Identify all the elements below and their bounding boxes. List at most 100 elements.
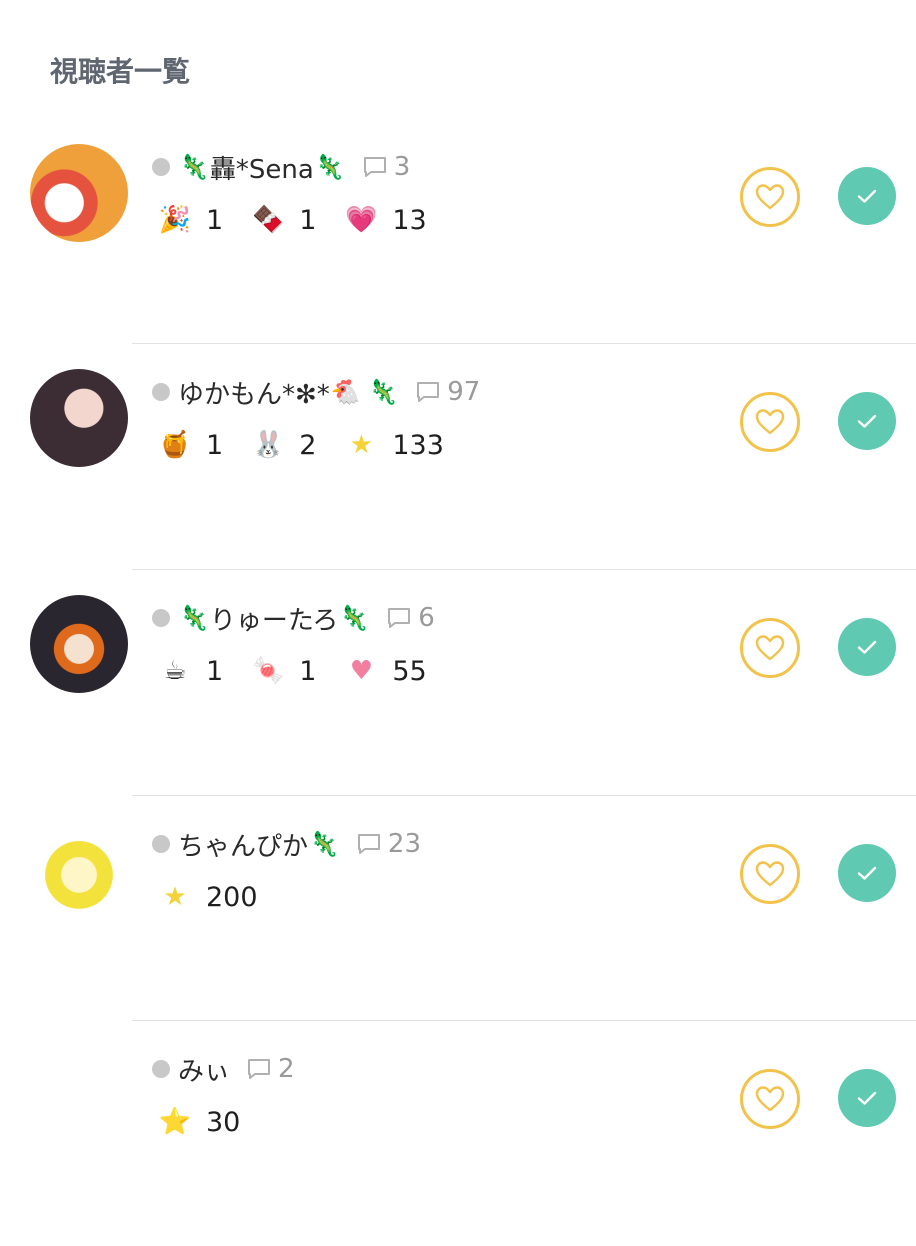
check-button[interactable] xyxy=(838,167,896,225)
checkmark-icon xyxy=(857,414,877,428)
status-dot xyxy=(152,383,170,401)
follow-heart-button[interactable] xyxy=(740,167,800,227)
gift-item: ☕ 1 xyxy=(158,656,223,687)
viewer-name: ちゃんぴか xyxy=(178,831,309,862)
status-dot xyxy=(152,835,170,853)
gift-item: ⭐ 30 xyxy=(158,1106,241,1138)
name-suffix-icon: 🐔 🦎 xyxy=(330,378,399,406)
viewer-name: ゆかもん*✻* xyxy=(178,379,330,410)
viewer-name: みぃ xyxy=(178,1056,231,1087)
status-dot xyxy=(152,609,170,627)
gift-summary: 🍯 1 🐰 2 ★ 133 xyxy=(158,425,472,465)
chocolate-icon: 🍫 xyxy=(252,205,285,235)
gift-count: 13 xyxy=(392,204,427,236)
comment-count-value: 97 xyxy=(447,377,481,407)
gecko-icon: 🦎 xyxy=(179,153,209,181)
comment-count: 3 xyxy=(362,152,411,182)
comment-count: 2 xyxy=(246,1054,295,1084)
gecko-icon: 🦎 xyxy=(179,604,209,632)
heart-outline-icon xyxy=(755,184,785,210)
gift-count: 1 xyxy=(206,204,224,236)
gift-item: ♥ 55 xyxy=(344,655,427,687)
row-divider xyxy=(132,795,916,796)
viewer-name-line: 🦎 りゅーたろ 🦎 6 xyxy=(178,600,435,636)
check-button[interactable] xyxy=(838,392,896,450)
status-dot xyxy=(152,1060,170,1078)
name-suffix-icon: 🦎 xyxy=(314,153,345,181)
gift-count: 55 xyxy=(392,655,427,687)
check-button[interactable] xyxy=(838,844,896,902)
gift-summary: 🎉 1 🍫 1 💗 13 xyxy=(158,200,455,240)
viewer-name-line: ゆかもん*✻* 🐔 🦎 97 xyxy=(178,374,480,410)
row-divider xyxy=(132,1020,916,1021)
party-popper-icon: 🎉 xyxy=(158,205,192,235)
gift-count: 2 xyxy=(299,429,317,461)
comment-icon xyxy=(363,157,386,177)
gift-summary: ☕ 1 🍬 1 ♥ 55 xyxy=(158,651,455,691)
bunny-sticker-icon: 🐰 xyxy=(252,430,285,460)
page-title: 視聴者一覧 xyxy=(50,55,191,88)
check-button[interactable] xyxy=(838,618,896,676)
viewer-row[interactable]: 🦎 轟*Sena 🦎 3 🎉 1 🍫 1 💗 13 xyxy=(0,118,916,344)
viewer-row[interactable]: 🦎 りゅーたろ 🦎 6 ☕ 1 🍬 1 ♥ 55 xyxy=(0,569,916,795)
gift-item: 🍯 1 xyxy=(158,430,223,461)
avatar[interactable] xyxy=(30,821,128,919)
checkmark-icon xyxy=(857,1091,877,1105)
follow-heart-button[interactable] xyxy=(740,844,800,904)
gift-summary: ⭐ 30 xyxy=(158,1102,268,1142)
viewer-name-line: 🦎 轟*Sena 🦎 3 xyxy=(178,149,410,185)
heart-outline-icon xyxy=(755,635,785,661)
avatar[interactable] xyxy=(30,369,128,467)
heart-outline-icon xyxy=(755,861,785,887)
gift-count: 1 xyxy=(299,655,317,687)
comment-count: 97 xyxy=(415,377,480,407)
comment-count-value: 23 xyxy=(387,829,421,859)
star-icon: ★ xyxy=(163,882,187,912)
candy-icon: 🍬 xyxy=(252,656,285,686)
gift-count: 1 xyxy=(299,204,317,236)
gift-item: 💗 13 xyxy=(344,204,427,236)
viewer-name: りゅーたろ xyxy=(209,605,339,636)
avatar[interactable] xyxy=(30,144,128,242)
row-divider xyxy=(132,343,916,344)
heart-icon: ♥ xyxy=(349,656,374,686)
checkmark-icon xyxy=(857,640,877,654)
heart-outline-icon xyxy=(755,409,785,435)
avatar[interactable] xyxy=(30,1046,128,1144)
comment-count-value: 2 xyxy=(278,1054,295,1084)
follow-heart-button[interactable] xyxy=(740,618,800,678)
gift-count: 1 xyxy=(206,429,224,461)
gift-item: 🐰 2 xyxy=(251,430,316,461)
status-dot xyxy=(152,158,170,176)
viewer-row[interactable]: ちゃんぴか 🦎 23 ★ 200 xyxy=(0,795,916,1021)
viewer-name: 轟*Sena xyxy=(209,154,314,185)
comment-icon xyxy=(388,608,411,628)
comment-icon xyxy=(248,1059,271,1079)
star-icon: ★ xyxy=(349,430,374,460)
comment-count: 6 xyxy=(386,603,435,633)
gift-count: 200 xyxy=(206,881,258,913)
gift-item: 🍫 1 xyxy=(251,205,316,236)
follow-heart-button[interactable] xyxy=(740,392,800,452)
heart-icon: 💗 xyxy=(345,205,378,235)
gift-item: 🎉 1 xyxy=(158,205,223,236)
name-suffix-icon: 🦎 xyxy=(339,604,370,632)
check-button[interactable] xyxy=(838,1069,896,1127)
gift-item: ★ 133 xyxy=(344,430,444,461)
viewer-row[interactable]: みぃ 2 ⭐ 30 xyxy=(0,1020,916,1246)
gift-count: 133 xyxy=(392,429,444,461)
comment-count-value: 3 xyxy=(393,152,411,182)
comment-count-value: 6 xyxy=(418,603,435,633)
avatar[interactable] xyxy=(30,595,128,693)
gift-item: 🍬 1 xyxy=(251,656,316,687)
gift-count: 30 xyxy=(206,1106,241,1138)
viewer-name-line: みぃ 2 xyxy=(178,1051,295,1087)
comment-count: 23 xyxy=(356,829,421,859)
follow-heart-button[interactable] xyxy=(740,1069,800,1129)
checkmark-icon xyxy=(857,866,877,880)
comment-icon xyxy=(417,382,440,402)
heart-outline-icon xyxy=(755,1086,785,1112)
viewer-name-line: ちゃんぴか 🦎 23 xyxy=(178,826,421,862)
checkmark-icon xyxy=(857,189,877,203)
viewer-row[interactable]: ゆかもん*✻* 🐔 🦎 97 🍯 1 🐰 2 ★ 133 xyxy=(0,343,916,569)
